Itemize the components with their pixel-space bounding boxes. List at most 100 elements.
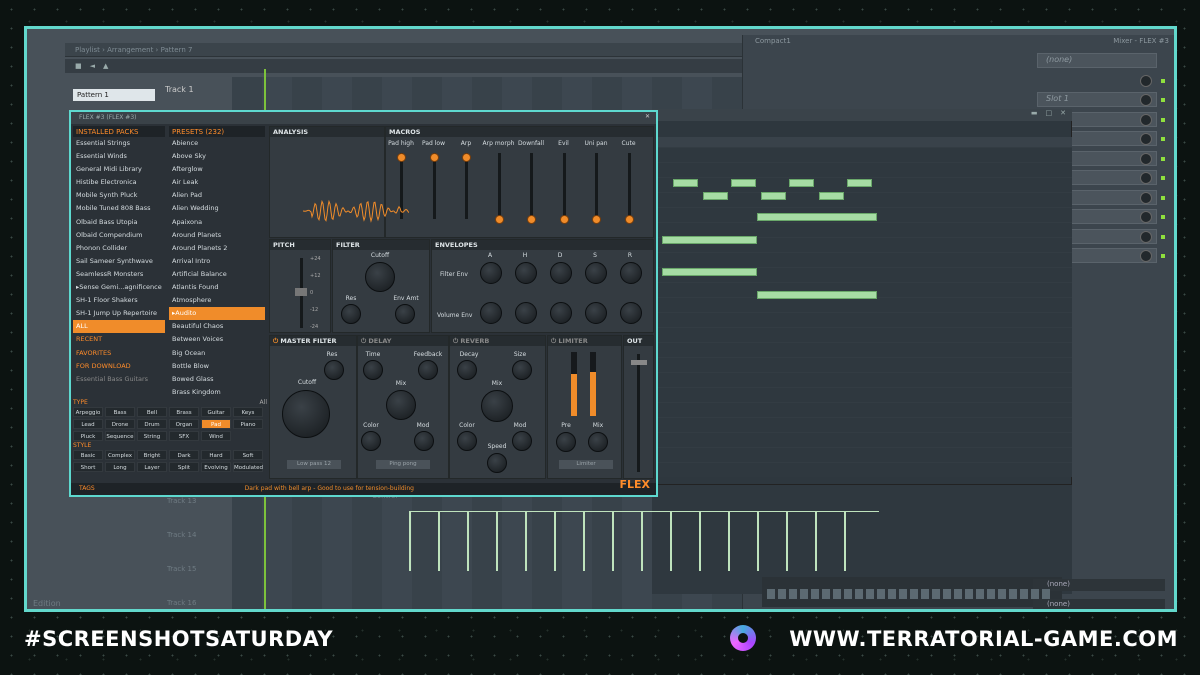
routing-select[interactable]: (none) [1033, 599, 1165, 609]
routing-select[interactable]: (none) [1033, 579, 1165, 591]
reverb-mix-knob[interactable] [481, 390, 513, 422]
style-tag[interactable]: Dark [169, 450, 199, 460]
piano-roll-note[interactable] [703, 192, 728, 200]
delay-mix-knob[interactable] [386, 390, 416, 420]
preset-item[interactable]: Arrival Intro [169, 255, 265, 268]
piano-roll-note[interactable] [662, 268, 757, 276]
preset-item[interactable]: ▸Audito [169, 307, 265, 321]
macro-slider[interactable] [497, 153, 501, 219]
velocity-bar[interactable] [525, 511, 527, 571]
macro-slider-thumb[interactable] [462, 153, 471, 162]
preset-item[interactable]: Above Sky [169, 150, 265, 163]
pack-filter-item[interactable]: FOR DOWNLOAD [73, 360, 165, 373]
pack-item[interactable]: ▸Sense Gemi...agnificence [73, 281, 165, 294]
cutoff-knob[interactable] [365, 262, 395, 292]
piano-roll-note[interactable] [731, 179, 756, 187]
slot-knob[interactable] [1140, 250, 1152, 262]
velocity-bar[interactable] [699, 511, 701, 571]
type-tag[interactable]: Lead [73, 419, 103, 429]
step-button[interactable] [954, 589, 962, 599]
preset-item[interactable]: Between Voices [169, 333, 265, 346]
slot-knob[interactable] [1140, 172, 1152, 184]
piano-roll-note[interactable] [757, 213, 877, 221]
step-button[interactable] [800, 589, 808, 599]
slot-knob[interactable] [1140, 133, 1152, 145]
pack-item[interactable]: SH-1 Floor Shakers [73, 294, 165, 307]
macro-slider-thumb[interactable] [559, 215, 569, 224]
pitch-slider-thumb[interactable] [295, 288, 307, 296]
step-button[interactable] [811, 589, 819, 599]
preset-item[interactable]: Bowed Glass [169, 373, 265, 386]
step-button[interactable] [822, 589, 830, 599]
slot-led[interactable] [1161, 117, 1165, 122]
pack-item[interactable]: SH-1 Jump Up Repertoire [73, 307, 165, 320]
pack-item[interactable]: Phonon Collider [73, 242, 165, 255]
piano-roll-note[interactable] [819, 192, 844, 200]
step-button[interactable] [943, 589, 951, 599]
piano-roll-note[interactable] [761, 192, 786, 200]
step-button[interactable] [778, 589, 786, 599]
preset-item[interactable]: Atmosphere [169, 294, 265, 307]
step-button[interactable] [987, 589, 995, 599]
step-button[interactable] [998, 589, 1006, 599]
velocity-bar[interactable] [554, 511, 556, 571]
pack-filter-item[interactable]: RECENT [73, 333, 165, 346]
type-tag[interactable]: Bass [105, 407, 135, 417]
type-tag[interactable]: Pad [201, 419, 231, 429]
slot-led[interactable] [1161, 176, 1165, 180]
step-button[interactable] [921, 589, 929, 599]
mf-type-select[interactable]: Low pass 12 [287, 460, 341, 469]
type-tag[interactable]: Arpeggio [73, 407, 103, 417]
preset-item[interactable]: Afterglow [169, 163, 265, 176]
pack-item[interactable]: Olbaid Compendium [73, 229, 165, 242]
out-slider[interactable] [637, 354, 640, 472]
macro-slider[interactable] [432, 153, 436, 219]
macro-slider-thumb[interactable] [527, 215, 536, 224]
step-button[interactable] [1042, 589, 1050, 599]
velocity-bar[interactable] [409, 511, 411, 571]
type-tag[interactable]: Guitar [201, 407, 231, 417]
mixer-slot[interactable]: (none) [1037, 53, 1157, 68]
macro-slider[interactable] [465, 153, 468, 219]
piano-roll-note[interactable] [757, 291, 877, 299]
piano-roll-note[interactable] [847, 179, 872, 187]
piano-roll-note[interactable] [673, 179, 698, 187]
pack-filter-item[interactable]: Essential Bass Guitars [73, 373, 165, 386]
step-button[interactable] [976, 589, 984, 599]
preset-item[interactable]: Artificial Balance [169, 268, 265, 281]
macro-slider-thumb[interactable] [592, 215, 601, 224]
step-button[interactable] [899, 589, 907, 599]
mf-res-knob[interactable] [324, 360, 344, 380]
preset-item[interactable]: Apaixona [169, 216, 265, 229]
velocity-bar[interactable] [786, 511, 788, 571]
mf-cutoff-knob[interactable] [282, 390, 330, 438]
preset-item[interactable]: Around Planets [169, 229, 265, 242]
preset-item[interactable]: Around Planets 2 [169, 242, 265, 255]
style-tag[interactable]: Complex [105, 450, 135, 460]
velocity-bar[interactable] [757, 511, 759, 571]
envelope-knob[interactable] [550, 262, 572, 284]
pack-item[interactable]: Essential Winds [73, 150, 165, 163]
type-tag[interactable]: SFX [169, 431, 199, 441]
close-icon[interactable]: ✕ [645, 113, 650, 120]
macro-slider-thumb[interactable] [429, 153, 439, 162]
slot-led[interactable] [1161, 254, 1165, 258]
limiter-pre-knob[interactable] [556, 432, 576, 452]
envelope-knob[interactable] [480, 302, 502, 324]
envelope-knob[interactable] [550, 302, 572, 324]
step-button[interactable] [965, 589, 973, 599]
style-tag[interactable]: Long [105, 462, 135, 472]
preset-item[interactable]: Atlantis Found [169, 281, 265, 294]
style-tag[interactable]: Soft [233, 450, 263, 460]
slot-led[interactable] [1161, 137, 1165, 141]
delay-time-knob[interactable] [363, 360, 383, 380]
preset-item[interactable]: Brass Kingdom [169, 386, 265, 399]
piano-roll-note[interactable] [662, 236, 757, 244]
style-tag[interactable]: Split [169, 462, 199, 472]
pack-item[interactable]: Mobile Tuned 808 Bass [73, 202, 165, 215]
res-knob[interactable] [341, 304, 361, 324]
velocity-bar[interactable] [612, 511, 614, 571]
preset-item[interactable]: Beautiful Chaos [169, 320, 265, 333]
style-tag[interactable]: Short [73, 462, 103, 472]
delay-type-select[interactable]: Ping pong [376, 460, 430, 469]
